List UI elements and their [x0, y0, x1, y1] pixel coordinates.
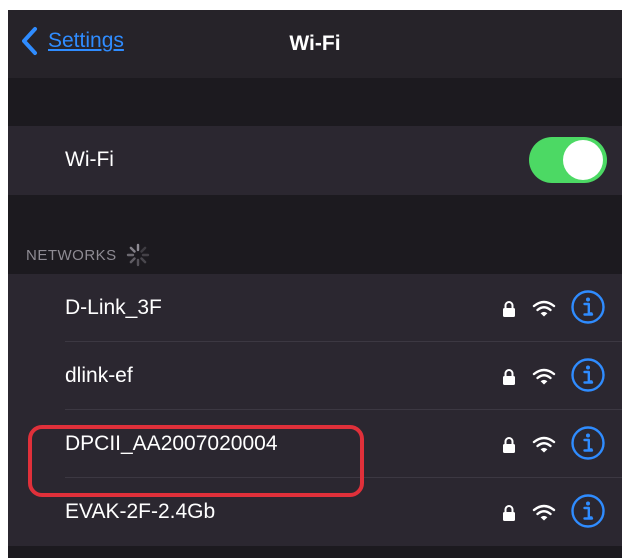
info-icon[interactable] — [570, 425, 606, 461]
network-name: dlink-ef — [65, 364, 133, 387]
network-row-2[interactable]: dlink-ef — [8, 342, 622, 410]
network-name: DPCII_AA2007020004 — [65, 432, 278, 455]
wifi-signal-icon — [532, 436, 556, 453]
network-name: D-Link_3F — [65, 296, 162, 319]
lock-icon — [503, 505, 515, 521]
info-icon[interactable] — [570, 289, 606, 325]
wifi-toggle-switch[interactable] — [529, 137, 607, 183]
networks-header-label: NETWORKS — [26, 246, 117, 264]
network-row-4[interactable]: EVAK-2F-2.4Gb — [8, 478, 622, 546]
network-name: EVAK-2F-2.4Gb — [65, 500, 216, 523]
wifi-toggle-label: Wi-Fi — [65, 148, 114, 171]
lock-icon — [503, 369, 515, 385]
loading-spinner-icon — [126, 243, 149, 267]
info-icon[interactable] — [570, 493, 606, 529]
toggle-knob — [563, 140, 603, 180]
wifi-signal-icon — [532, 368, 556, 385]
wifi-settings-screen: Settings Wi-Fi Wi-Fi NETWORKS D-Link_3F — [8, 10, 622, 558]
networks-section-header: NETWORKS — [26, 242, 151, 268]
wifi-signal-icon — [532, 300, 556, 317]
network-row-3[interactable]: DPCII_AA2007020004 — [8, 410, 622, 478]
page-title: Wi-Fi — [289, 32, 341, 55]
network-row-1[interactable]: D-Link_3F — [8, 274, 622, 342]
wifi-signal-icon — [532, 504, 556, 521]
info-icon[interactable] — [570, 357, 606, 393]
lock-icon — [503, 437, 515, 453]
lock-icon — [503, 301, 515, 317]
navigation-bar: Settings Wi-Fi — [8, 10, 622, 78]
